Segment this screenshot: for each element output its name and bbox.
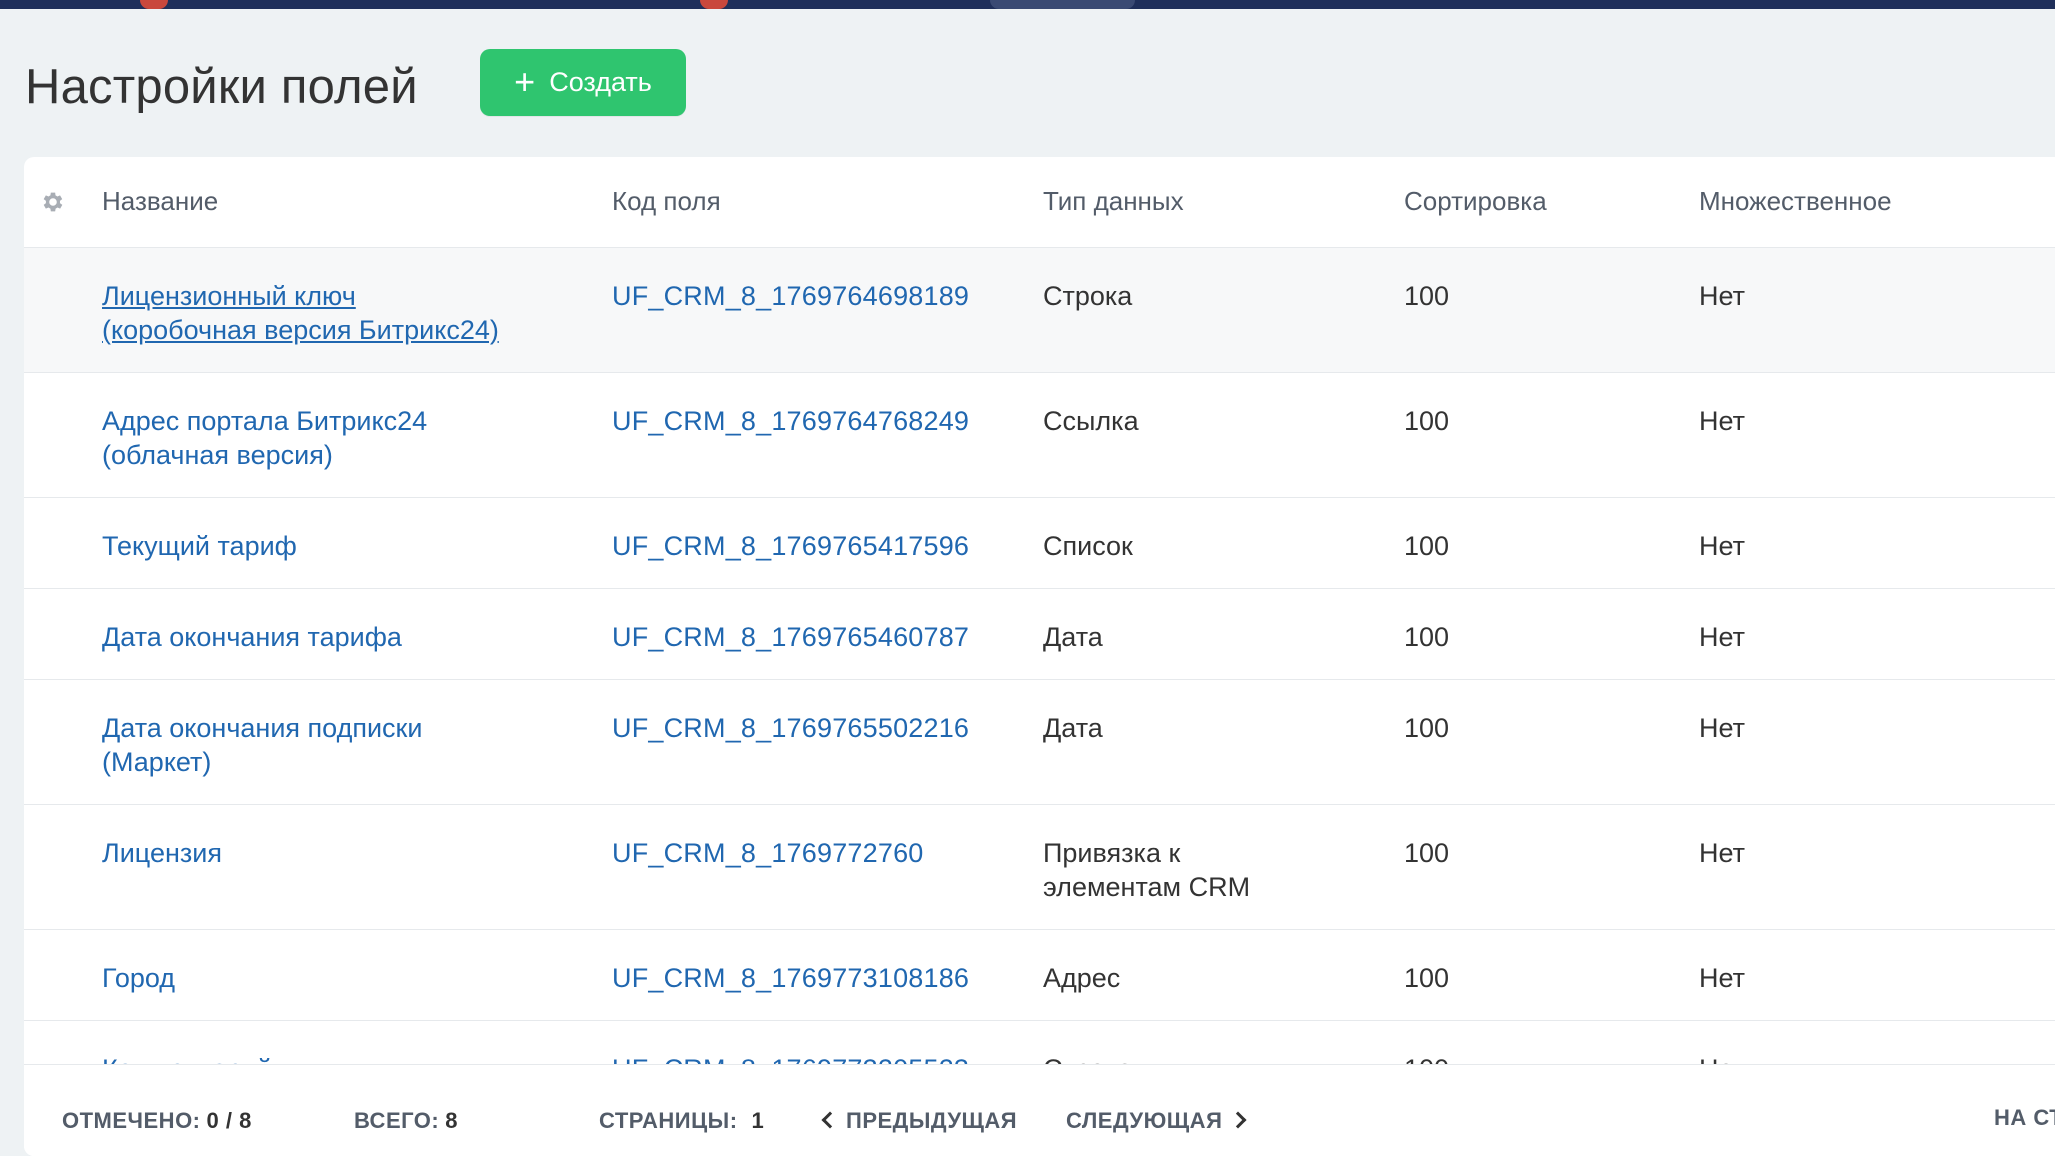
table-row[interactable]: Дата окончания подписки (Маркет) UF_CRM_8…	[24, 679, 2055, 804]
field-code-link[interactable]: UF_CRM_8_1769764698189	[612, 281, 969, 311]
field-type: Список	[1043, 530, 1133, 561]
gear-icon[interactable]	[40, 189, 66, 215]
field-sort: 100	[1404, 837, 1450, 868]
field-sort: 100	[1404, 530, 1450, 561]
fields-grid-card: Название Код поля Тип данных Сортировка …	[24, 157, 2055, 1156]
field-code-link[interactable]: UF_CRM_8_1769765417596	[612, 531, 969, 561]
field-multiple: Нет	[1699, 405, 1745, 436]
field-type: Адрес	[1043, 962, 1121, 993]
field-name-link[interactable]: Дата окончания тарифа	[102, 622, 402, 652]
field-multiple: Нет	[1699, 962, 1745, 993]
field-code-link[interactable]: UF_CRM_8_1769772760	[612, 838, 924, 868]
field-type: Дата	[1043, 712, 1103, 743]
page-content: Настройки полей + Создать Название Код п…	[0, 9, 2055, 1156]
column-settings-cell[interactable]	[24, 157, 102, 247]
field-code-link[interactable]: UF_CRM_8_1769764768249	[612, 406, 969, 436]
table-row[interactable]: Дата окончания тарифа UF_CRM_8_176976546…	[24, 588, 2055, 679]
field-name-link[interactable]: Лицензионный ключ (коробочная версия Битр…	[102, 281, 499, 345]
field-sort: 100	[1404, 962, 1450, 993]
table-row[interactable]: Текущий тариф UF_CRM_8_1769765417596 Спи…	[24, 497, 2055, 588]
column-header-sort[interactable]: Сортировка	[1404, 157, 1699, 247]
notification-badge-icon[interactable]	[700, 0, 728, 9]
create-button[interactable]: + Создать	[480, 49, 686, 116]
top-tab[interactable]	[990, 0, 1135, 9]
column-header-name[interactable]: Название	[102, 157, 612, 247]
field-sort: 100	[1404, 405, 1450, 436]
chevron-left-icon	[821, 1111, 839, 1129]
field-sort: 100	[1404, 621, 1450, 652]
column-header-multiple[interactable]: Множественное	[1699, 157, 2055, 247]
field-name-link[interactable]: Адрес портала Битрикс24 (облачная версия)	[102, 406, 427, 470]
selected-count: ОТМЕЧЕНО: 0 / 8	[62, 1108, 252, 1133]
table-row[interactable]: Город UF_CRM_8_1769773108186 Адрес 100 Н…	[24, 929, 2055, 1020]
table-row[interactable]: Лицензионный ключ (коробочная версия Битр…	[24, 247, 2055, 372]
column-header-type[interactable]: Тип данных	[1043, 157, 1404, 247]
field-sort: 100	[1404, 280, 1450, 311]
per-page-label[interactable]: НА СТ	[1994, 1105, 2055, 1131]
field-multiple: Нет	[1699, 712, 1745, 743]
top-navigation-strip	[0, 0, 2055, 9]
field-type: Дата	[1043, 621, 1103, 652]
field-multiple: Нет	[1699, 837, 1745, 868]
page-title: Настройки полей	[25, 60, 418, 114]
field-sort: 100	[1404, 712, 1450, 743]
prev-page-button[interactable]: ПРЕДЫДУЩАЯ	[821, 1108, 1017, 1134]
field-name-link[interactable]: Город	[102, 963, 175, 993]
notification-badge-icon[interactable]	[140, 0, 168, 9]
fields-table: Название Код поля Тип данных Сортировка …	[24, 157, 2055, 1112]
field-code-link[interactable]: UF_CRM_8_1769773108186	[612, 963, 969, 993]
field-type: Ссылка	[1043, 405, 1139, 436]
table-row[interactable]: Лицензия UF_CRM_8_1769772760 Привязка кэ…	[24, 804, 2055, 929]
pages-count: СТРАНИЦЫ: 1	[599, 1108, 765, 1133]
table-row[interactable]: Адрес портала Битрикс24 (облачная версия)…	[24, 372, 2055, 497]
table-header-row: Название Код поля Тип данных Сортировка …	[24, 157, 2055, 247]
field-code-link[interactable]: UF_CRM_8_1769765502216	[612, 713, 969, 743]
field-multiple: Нет	[1699, 530, 1745, 561]
field-code-link[interactable]: UF_CRM_8_1769765460787	[612, 622, 969, 652]
field-type: Строка	[1043, 280, 1133, 311]
chevron-right-icon	[1229, 1111, 1247, 1129]
grid-footer: ОТМЕЧЕНО: 0 / 8 ВСЕГО: 8 СТРАНИЦЫ: 1 ПРЕДЫД…	[24, 1064, 2055, 1156]
total-count: ВСЕГО: 8	[354, 1108, 458, 1133]
plus-icon: +	[514, 60, 536, 102]
column-header-code[interactable]: Код поля	[612, 157, 1043, 247]
create-button-label: Создать	[549, 67, 652, 97]
field-name-link[interactable]: Текущий тариф	[102, 531, 297, 561]
next-page-button[interactable]: СЛЕДУЮЩАЯ	[1066, 1108, 1247, 1134]
field-name-link[interactable]: Дата окончания подписки (Маркет)	[102, 713, 422, 777]
field-multiple: Нет	[1699, 280, 1745, 311]
field-multiple: Нет	[1699, 621, 1745, 652]
field-name-link[interactable]: Лицензия	[102, 838, 222, 868]
field-type: Привязка к элементам CRM	[1043, 837, 1251, 902]
